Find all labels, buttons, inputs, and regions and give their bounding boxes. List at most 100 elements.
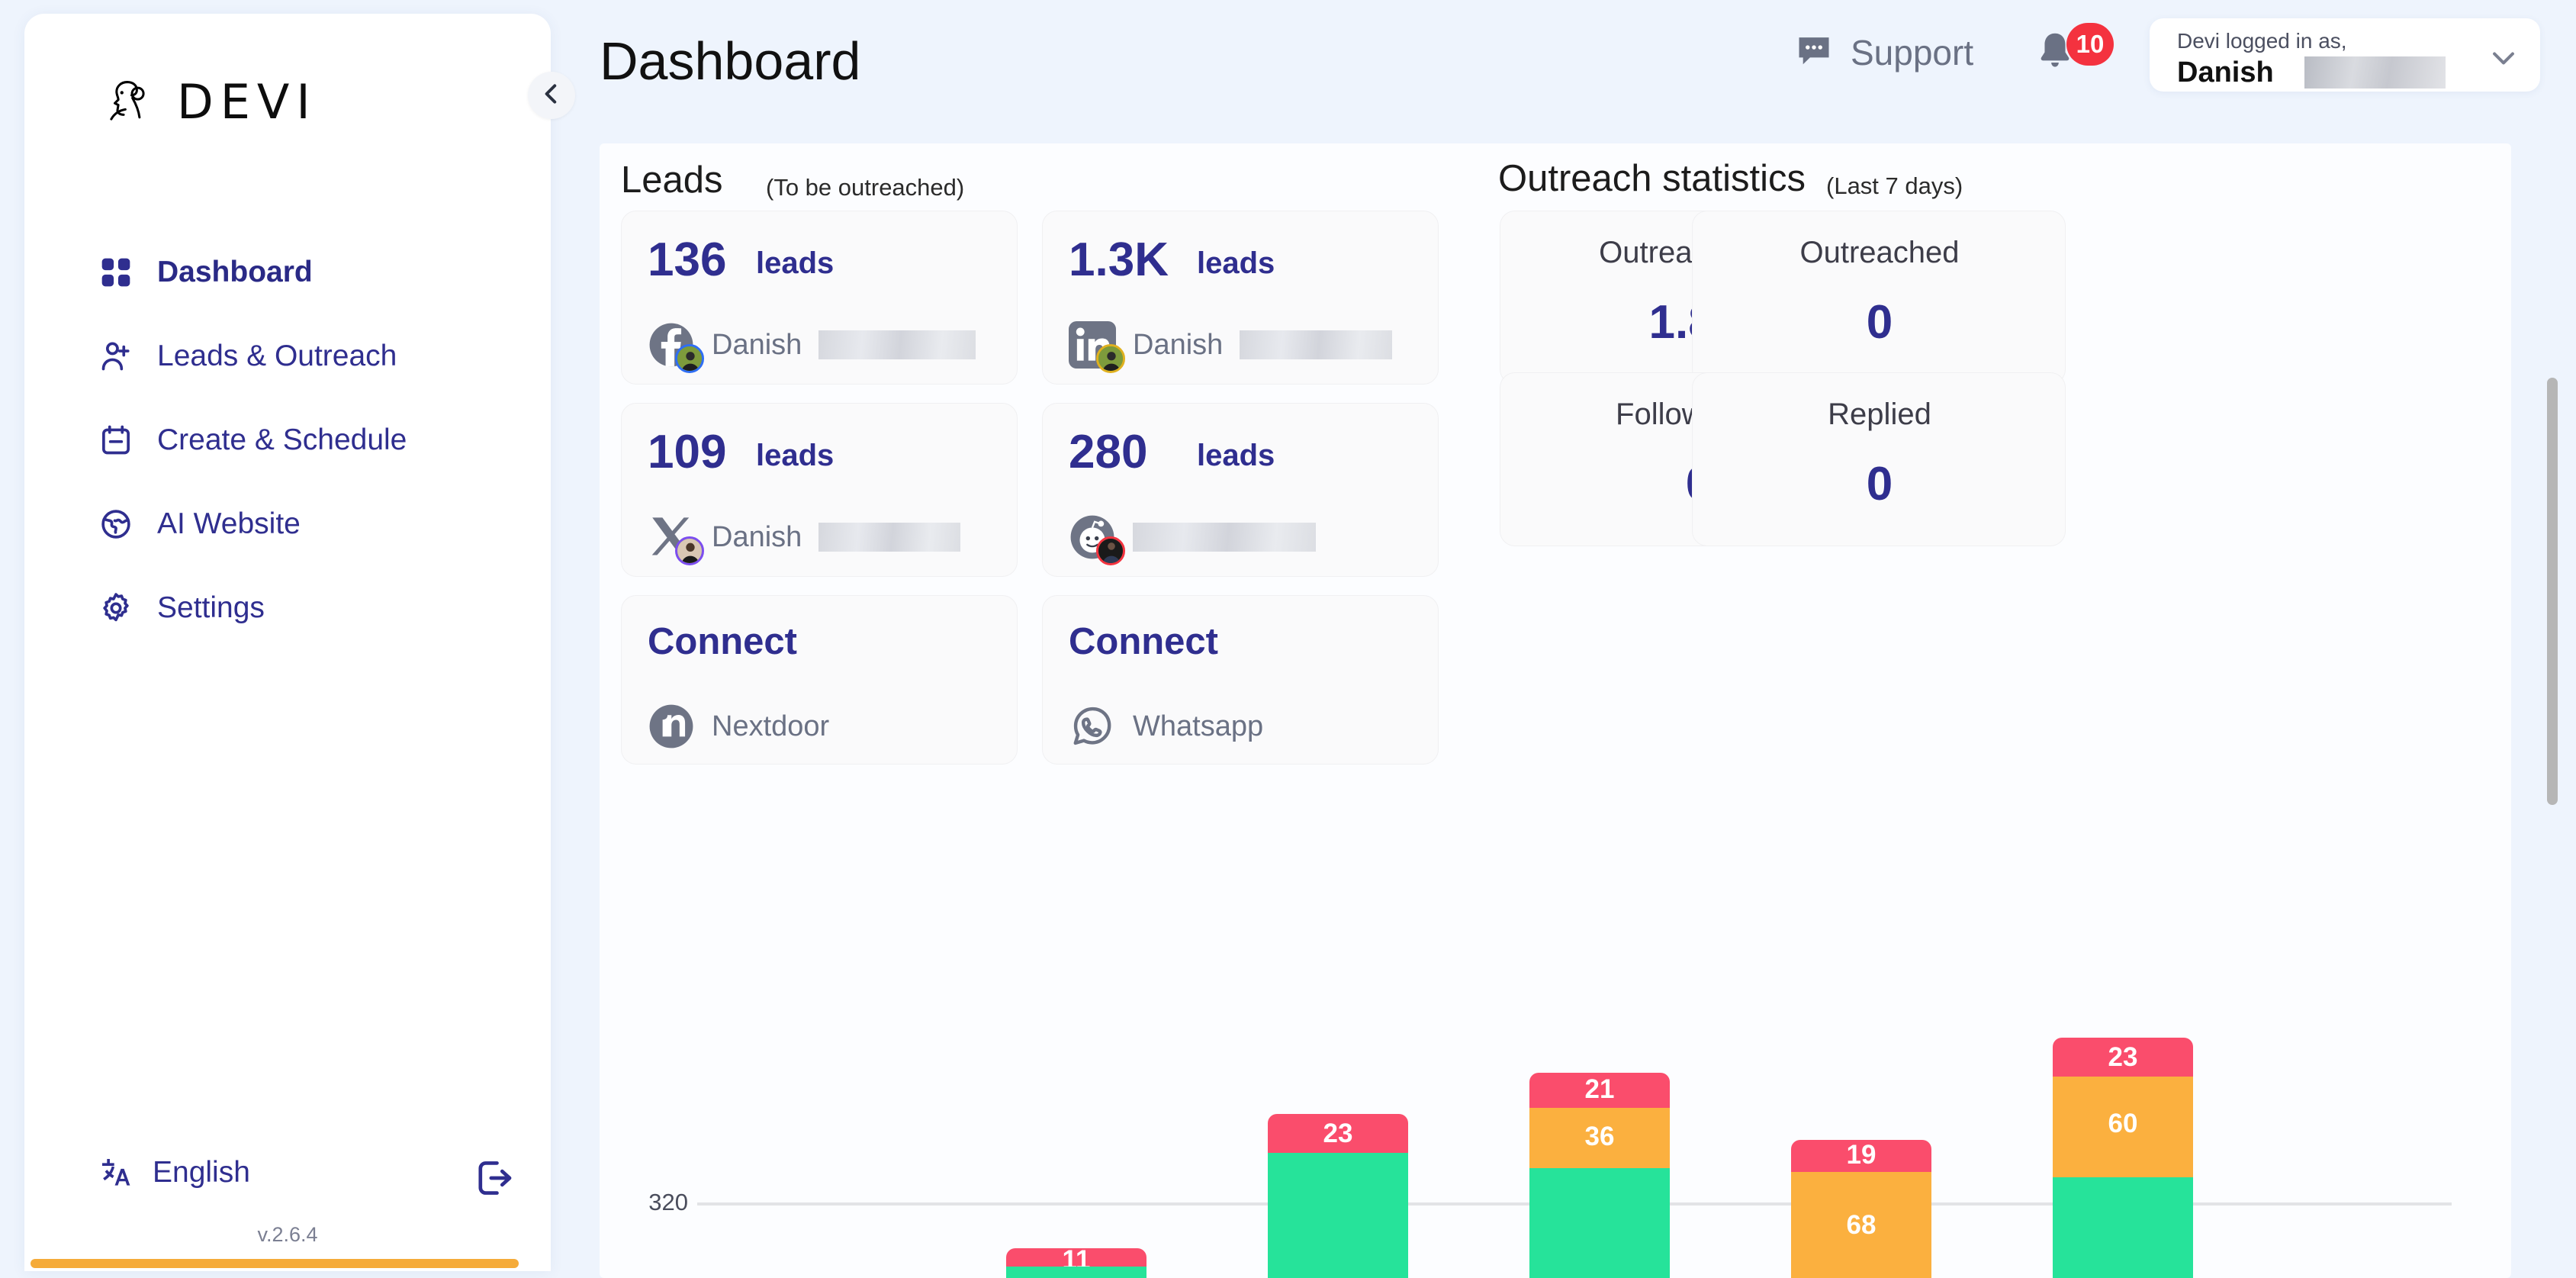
linkedin-icon [1069,321,1125,373]
lead-card-facebook[interactable]: 136 leads Danish [621,211,1018,385]
lead-account-name: Danish [712,328,802,361]
connect-card-nextdoor[interactable]: Connect Nextdoor [621,595,1018,765]
lead-unit: leads [1197,439,1275,472]
stat-card-replied[interactable]: Replied 0 [1692,372,2066,546]
stat-value: 0 [1866,458,1893,510]
user-name: Danish [2177,56,2274,89]
chart-bar[interactable]: 23 60 174 [2053,1038,2193,1278]
leads-section-subtitle: (To be outreached) [766,174,965,201]
lead-count: 280 [1069,426,1148,478]
sidebar-item-ai-website[interactable]: AI Website [98,501,525,548]
sidebar-item-settings[interactable]: Settings [98,584,525,632]
avatar [675,536,704,565]
redacted-account-name [1133,523,1316,552]
leads-section-title: Leads [621,159,723,201]
avatar [1096,344,1125,373]
language-selector[interactable]: English [98,1154,250,1191]
connect-platform-name: Nextdoor [712,710,830,742]
main-panel: Leads (To be outreached) Outreach statis… [600,143,2511,1278]
sidebar: DEVI Dashboard Leads & Outreach Create &… [24,14,551,1271]
page-title: Dashboard [600,31,861,91]
lead-card-reddit[interactable]: 280 leads [1042,403,1439,577]
chart-bar[interactable]: 11 [1006,1245,1146,1278]
brand-name: DEVI [177,73,317,130]
connect-label: Connect [648,621,797,662]
lead-account-row: Danish [1069,321,1393,373]
notifications-button[interactable]: 10 [2033,23,2114,77]
sidebar-item-leads-outreach[interactable]: Leads & Outreach [98,333,525,380]
support-label: Support [1851,32,1974,72]
lead-unit: leads [756,246,835,280]
connect-platform-row: Whatsapp [1069,703,1263,750]
lead-unit: leads [756,439,835,472]
sidebar-item-label: AI Website [157,507,301,540]
bar-segment-green [1529,1168,1670,1278]
sidebar-item-dashboard[interactable]: Dashboard [98,249,525,296]
devi-woman-profile-icon [101,73,157,130]
stat-label: Outreached [1799,236,1960,269]
chevron-left-icon [539,81,564,111]
calendar-icon [98,422,134,459]
page-vertical-scrollbar[interactable] [2547,378,2558,805]
logout-button[interactable] [473,1157,516,1199]
lead-account-name: Danish [1133,328,1224,361]
stat-label: Replied [1828,398,1931,431]
bar-segment-orange: 68 [1791,1172,1931,1278]
sidebar-item-create-schedule[interactable]: Create & Schedule [98,417,525,464]
bar-segment-green [1268,1153,1408,1278]
language-label: English [153,1156,250,1189]
lead-card-x-twitter[interactable]: 109 leads Danish [621,403,1018,577]
translate-icon [98,1154,134,1191]
bar-segment-label: 21 [1584,1074,1615,1104]
bar-segment-orange: 36 [1529,1108,1670,1168]
sidebar-item-label: Leads & Outreach [157,340,397,372]
bar-segment-label: 36 [1584,1122,1615,1151]
chart-bar[interactable]: 19 68 [1791,1140,1931,1278]
sidebar-horizontal-scrollbar[interactable] [31,1259,519,1268]
bar-segment-green: 174 [2053,1177,2193,1278]
y-axis-tick-320: 320 [648,1189,688,1215]
brand-logo[interactable]: DEVI [101,73,317,130]
bar-segment-red: 23 [2053,1038,2193,1077]
support-button[interactable]: Support [1794,31,1973,74]
avatar [1096,536,1125,565]
outreach-section-title: Outreach statistics [1498,158,1806,199]
sidebar-item-label: Dashboard [157,256,313,288]
chart-bar[interactable]: 23 [1268,1114,1408,1278]
outreach-section-subtitle: (Last 7 days) [1826,172,1963,199]
lead-count: 136 [648,233,727,286]
bar-segment-red: 21 [1529,1073,1670,1108]
gear-icon [98,590,134,626]
bar-segment-red: 19 [1791,1140,1931,1172]
bar-segment-label: 60 [2108,1109,2138,1138]
globe-icon [98,506,134,542]
sidebar-item-label: Create & Schedule [157,423,407,456]
bar-segment-red: 23 [1268,1114,1408,1153]
connect-card-whatsapp[interactable]: Connect Whatsapp [1042,595,1439,765]
user-plus-icon [98,338,134,375]
bar-segment-label: 23 [2108,1042,2138,1072]
chat-bubble-icon [1794,31,1834,74]
avatar [675,344,704,373]
bar-segment-label: 19 [1846,1140,1877,1170]
lead-account-row [1069,513,1316,565]
lead-count: 109 [648,426,727,478]
stat-card-outreached[interactable]: Outreached 0 [1692,211,2066,385]
nextdoor-icon [648,703,695,750]
redacted-account-suffix [818,330,976,359]
redacted-account-suffix [818,523,961,552]
redacted-user-surname [2304,56,2446,89]
bar-segment-orange: 60 [2053,1077,2193,1177]
chart-bar[interactable]: 21 36 [1529,1073,1670,1278]
stat-value: 0 [1866,296,1893,349]
lead-account-name: Danish [712,520,802,553]
sidebar-collapse-button[interactable] [528,72,575,119]
redacted-account-suffix [1240,330,1393,359]
user-account-dropdown[interactable]: Devi logged in as, Danish [2150,18,2540,92]
lead-card-linkedin[interactable]: 1.3K leads Danish [1042,211,1439,385]
bar-segment-label: 68 [1846,1210,1877,1240]
lead-unit: leads [1197,246,1275,280]
facebook-icon [648,321,704,373]
chevron-down-icon [2487,41,2520,79]
bar-segment-green [1006,1267,1146,1278]
